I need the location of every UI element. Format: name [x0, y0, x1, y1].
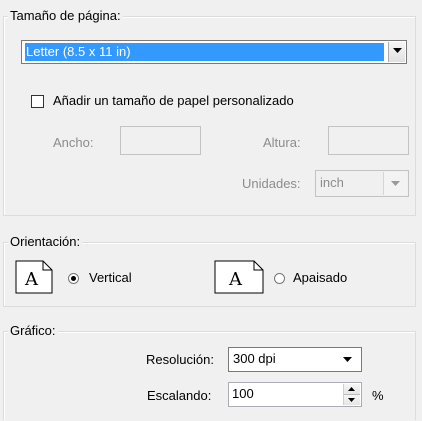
height-label: Altura: — [263, 135, 301, 150]
page-size-value: Letter (8.5 x 11 in) — [25, 43, 384, 61]
width-field[interactable] — [120, 126, 201, 155]
radio-selected-dot — [71, 276, 76, 281]
arrow-down-icon — [348, 397, 355, 402]
chevron-down-icon — [343, 357, 352, 362]
units-value: inch — [320, 175, 344, 190]
svg-text:A: A — [24, 269, 39, 290]
page-size-legend: Tamaño de página: — [8, 8, 123, 24]
portrait-label[interactable]: Vertical — [89, 270, 132, 285]
page-size-select[interactable]: Letter (8.5 x 11 in) — [21, 40, 407, 64]
landscape-label[interactable]: Apaisado — [293, 270, 347, 285]
scaling-value: 100 — [232, 386, 254, 401]
resolution-select[interactable]: 300 dpi — [228, 347, 362, 372]
width-label: Ancho: — [53, 135, 94, 150]
scaling-decrement-button[interactable] — [344, 394, 360, 405]
orientation-legend: Orientación: — [8, 234, 83, 250]
resolution-dropdown-button[interactable] — [336, 349, 360, 370]
scaling-increment-button[interactable] — [344, 384, 360, 395]
scaling-spin-buttons[interactable] — [343, 384, 360, 405]
landscape-radio[interactable] — [274, 273, 285, 284]
graphic-group: Gráfico: Resolución: 300 dpi Escalando: … — [3, 323, 416, 420]
chevron-down-icon — [391, 181, 400, 186]
page-size-group: Tamaño de página: Letter (8.5 x 11 in) A… — [3, 8, 416, 216]
scaling-label: Escalando: — [147, 388, 212, 403]
resolution-value: 300 dpi — [233, 351, 276, 366]
arrow-up-icon — [348, 387, 355, 391]
portrait-page-icon: A — [15, 260, 53, 294]
units-dropdown-button[interactable] — [383, 172, 407, 195]
units-label: Unidades: — [242, 176, 301, 191]
graphic-legend: Gráfico: — [8, 323, 58, 339]
portrait-radio[interactable] — [68, 273, 79, 284]
custom-size-label[interactable]: Añadir un tamaño de papel personalizado — [53, 93, 294, 108]
scaling-stepper[interactable]: 100 — [228, 382, 362, 407]
height-field[interactable] — [328, 126, 409, 155]
svg-text:A: A — [228, 269, 243, 290]
chevron-down-icon — [393, 48, 402, 53]
orientation-group: Orientación: A Vertical A Apaisado — [3, 234, 416, 307]
custom-size-checkbox[interactable] — [31, 95, 44, 108]
resolution-label: Resolución: — [146, 352, 214, 367]
units-select[interactable]: inch — [315, 170, 409, 197]
landscape-page-icon: A — [214, 260, 264, 294]
page-size-dropdown-button[interactable] — [388, 42, 405, 62]
scaling-unit: % — [372, 388, 384, 403]
